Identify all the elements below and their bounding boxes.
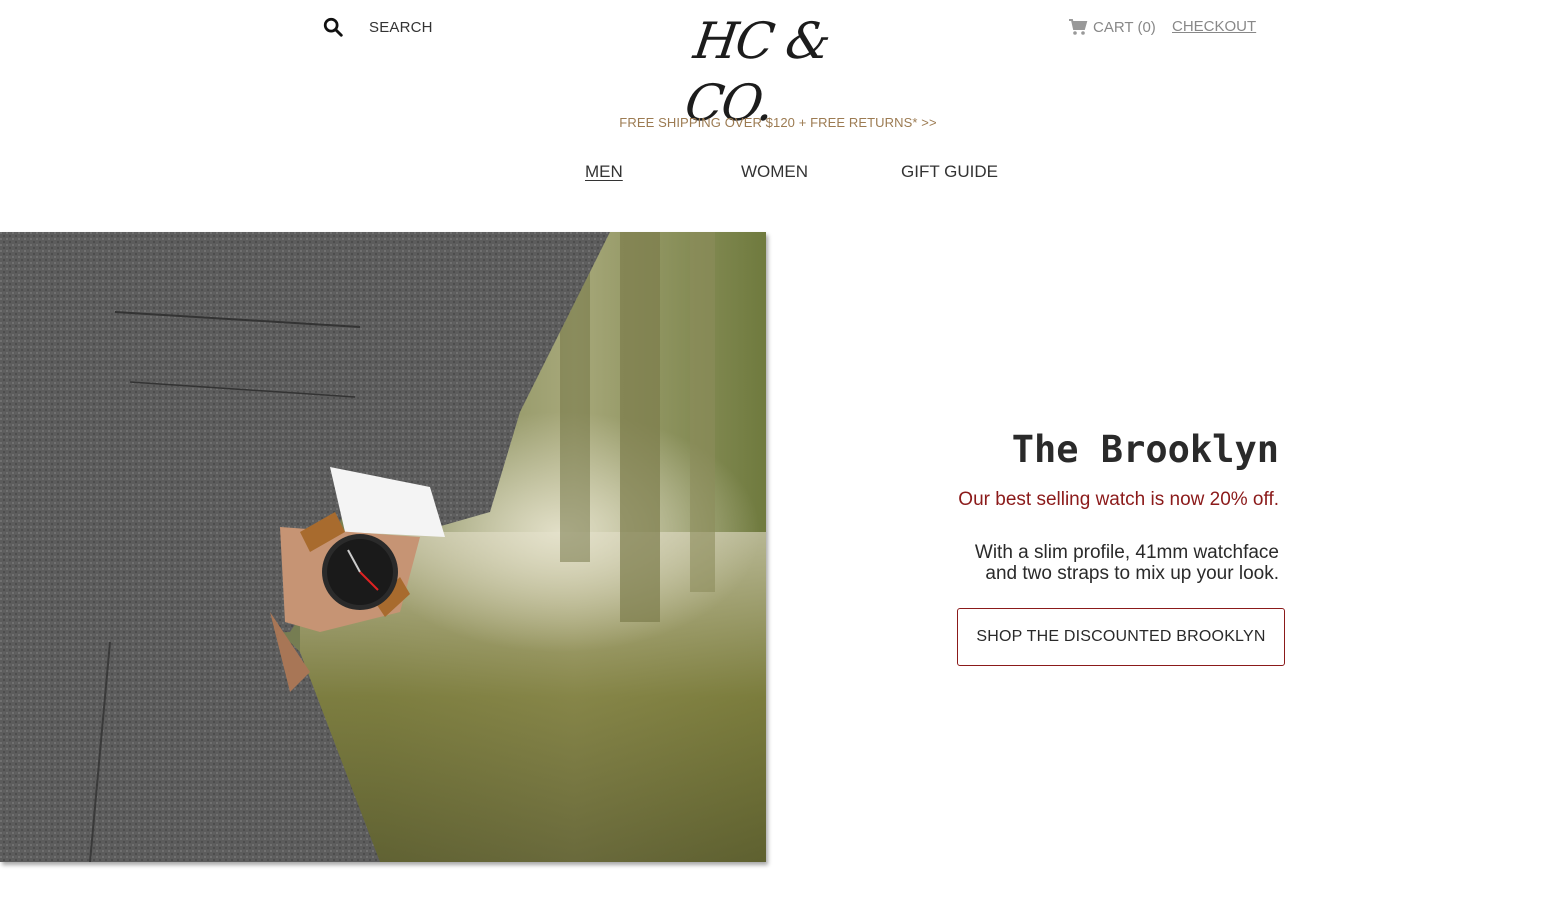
hero-image <box>0 232 766 862</box>
search-button[interactable]: SEARCH <box>322 16 433 38</box>
brand-logo[interactable]: HC & CO. <box>682 10 870 132</box>
promo-text: FREE SHIPPING OVER $120 + FREE RETURNS* … <box>619 115 937 130</box>
nav-item-women[interactable]: WOMEN <box>741 162 808 182</box>
search-label: SEARCH <box>369 18 433 36</box>
product-headline: The Brooklyn <box>1011 428 1279 471</box>
search-icon <box>323 17 343 37</box>
promo-banner[interactable]: FREE SHIPPING OVER $120 + FREE RETURNS* … <box>0 115 1564 130</box>
description-line-2: and two straps to mix up your look. <box>985 563 1279 584</box>
checkout-link[interactable]: CHECKOUT <box>1172 18 1256 35</box>
cart-icon <box>1069 19 1088 35</box>
nav-item-gift-guide[interactable]: GIFT GUIDE <box>901 162 998 182</box>
shop-discounted-brooklyn-button[interactable]: SHOP THE DISCOUNTED BROOKLYN <box>957 608 1285 666</box>
nav-item-men[interactable]: MEN <box>585 162 623 182</box>
cart-button[interactable]: CART (0) <box>1068 18 1156 36</box>
cart-label: CART (0) <box>1093 18 1156 36</box>
description-line-1: With a slim profile, 41mm watchface <box>974 542 1279 563</box>
product-description: With a slim profile, 41mm watchface and … <box>919 542 1279 584</box>
discount-subhead: Our best selling watch is now 20% off. <box>958 489 1279 510</box>
